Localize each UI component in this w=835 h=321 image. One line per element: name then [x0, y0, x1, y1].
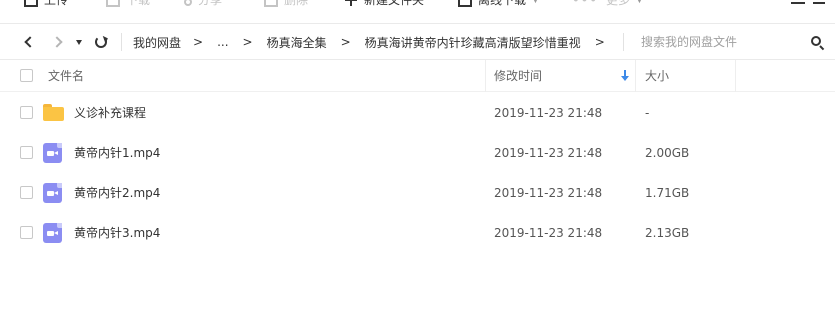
sort-descending-icon[interactable]: [621, 70, 629, 82]
view-controls: [791, 0, 835, 12]
search-icon[interactable]: [811, 36, 825, 51]
list-view-icon[interactable]: [791, 0, 805, 6]
upload-button[interactable]: 上传: [24, 0, 68, 12]
breadcrumb-item-collection[interactable]: 杨真海全集: [267, 34, 327, 51]
more-label: 更多: [606, 0, 631, 7]
file-size: 2.00GB: [645, 146, 690, 160]
file-modified: 2019-11-23 21:48: [494, 146, 603, 160]
file-modified: 2019-11-23 21:48: [494, 226, 603, 240]
breadcrumb-separator: >: [594, 35, 605, 49]
download-button[interactable]: 下载: [106, 0, 150, 12]
file-size: -: [645, 106, 650, 120]
history-dropdown[interactable]: [72, 24, 86, 60]
file-name[interactable]: 黄帝内针3.mp4: [74, 213, 160, 253]
upload-icon: [24, 0, 38, 7]
refresh-icon: [95, 36, 107, 48]
new-folder-button[interactable]: 新建文件夹: [344, 0, 424, 12]
download-label: 下载: [126, 0, 151, 7]
address-bar: 我的网盘 > ... > 杨真海全集 > 杨真海讲黄帝内针珍藏高清版望珍惜重视 …: [0, 23, 835, 60]
file-manager-window: 上传 下载 分享 删除 新建文件夹 离线下载 ▼ ••• 更多 ▼ 我的网盘 >…: [0, 0, 835, 321]
chevron-down-icon: ▼: [636, 0, 643, 5]
breadcrumb-item-root[interactable]: 我的网盘: [133, 34, 181, 51]
delete-label: 删除: [284, 0, 309, 7]
column-divider[interactable]: [485, 60, 486, 92]
select-all-checkbox[interactable]: [20, 69, 33, 82]
search-box: [641, 24, 801, 60]
video-file-icon: [43, 223, 62, 243]
forward-button[interactable]: [49, 24, 67, 60]
chevron-left-icon: [23, 36, 36, 48]
table-row[interactable]: 黄帝内针1.mp4 2019-11-23 21:48 2.00GB: [0, 133, 835, 173]
offline-download-button[interactable]: 离线下载 ▼: [458, 0, 539, 12]
sort-icon[interactable]: [813, 0, 825, 6]
folder-icon: [43, 104, 64, 121]
table-row[interactable]: 黄帝内针2.mp4 2019-11-23 21:48 1.71GB: [0, 173, 835, 213]
new-folder-label: 新建文件夹: [364, 0, 425, 7]
refresh-button[interactable]: [92, 24, 110, 60]
column-divider[interactable]: [635, 60, 636, 92]
breadcrumb-separator: >: [193, 35, 204, 49]
share-icon: [184, 0, 192, 6]
file-name[interactable]: 黄帝内针1.mp4: [74, 133, 160, 173]
more-dots-icon: •••: [572, 0, 599, 7]
offline-download-icon: [458, 0, 472, 7]
column-divider[interactable]: [735, 60, 736, 92]
delete-button[interactable]: 删除: [264, 0, 308, 12]
share-button[interactable]: 分享: [184, 0, 222, 12]
table-row[interactable]: 义诊补充课程 2019-11-23 21:48 -: [0, 93, 835, 133]
row-checkbox[interactable]: [20, 226, 33, 239]
column-header-name[interactable]: 文件名: [48, 60, 84, 92]
file-size: 2.13GB: [645, 226, 690, 240]
table-row[interactable]: 黄帝内针3.mp4 2019-11-23 21:48 2.13GB: [0, 213, 835, 253]
share-label: 分享: [198, 0, 223, 7]
column-header-modified[interactable]: 修改时间: [494, 60, 542, 92]
row-checkbox[interactable]: [20, 186, 33, 199]
offline-download-label: 离线下载: [478, 0, 527, 7]
breadcrumb: 我的网盘 > ... > 杨真海全集 > 杨真海讲黄帝内针珍藏高清版望珍惜重视 …: [133, 24, 619, 60]
breadcrumb-separator: >: [340, 35, 351, 49]
column-header-size[interactable]: 大小: [645, 60, 669, 92]
file-table-header: 文件名 修改时间 大小: [0, 60, 835, 92]
plus-icon: [344, 0, 358, 7]
trash-icon: [264, 0, 278, 7]
file-name[interactable]: 义诊补充课程: [74, 93, 146, 133]
breadcrumb-item-ellipsis[interactable]: ...: [217, 35, 228, 49]
row-checkbox[interactable]: [20, 106, 33, 119]
search-input[interactable]: [641, 35, 801, 49]
chevron-down-icon: ▼: [532, 0, 539, 5]
chevron-right-icon: [50, 36, 63, 48]
divider: [623, 33, 624, 51]
video-file-icon: [43, 183, 62, 203]
file-modified: 2019-11-23 21:48: [494, 186, 603, 200]
video-file-icon: [43, 143, 62, 163]
download-icon: [106, 0, 120, 7]
row-checkbox[interactable]: [20, 146, 33, 159]
file-size: 1.71GB: [645, 186, 690, 200]
back-button[interactable]: [19, 24, 37, 60]
toolbar: 上传 下载 分享 删除 新建文件夹 离线下载 ▼ ••• 更多 ▼: [0, 0, 835, 12]
upload-label: 上传: [44, 0, 69, 7]
divider: [121, 33, 122, 51]
file-name[interactable]: 黄帝内针2.mp4: [74, 173, 160, 213]
caret-down-icon: [76, 39, 82, 45]
file-modified: 2019-11-23 21:48: [494, 106, 603, 120]
breadcrumb-separator: >: [242, 35, 253, 49]
breadcrumb-item-current[interactable]: 杨真海讲黄帝内针珍藏高清版望珍惜重视: [365, 34, 581, 51]
more-button[interactable]: ••• 更多 ▼: [572, 0, 643, 12]
